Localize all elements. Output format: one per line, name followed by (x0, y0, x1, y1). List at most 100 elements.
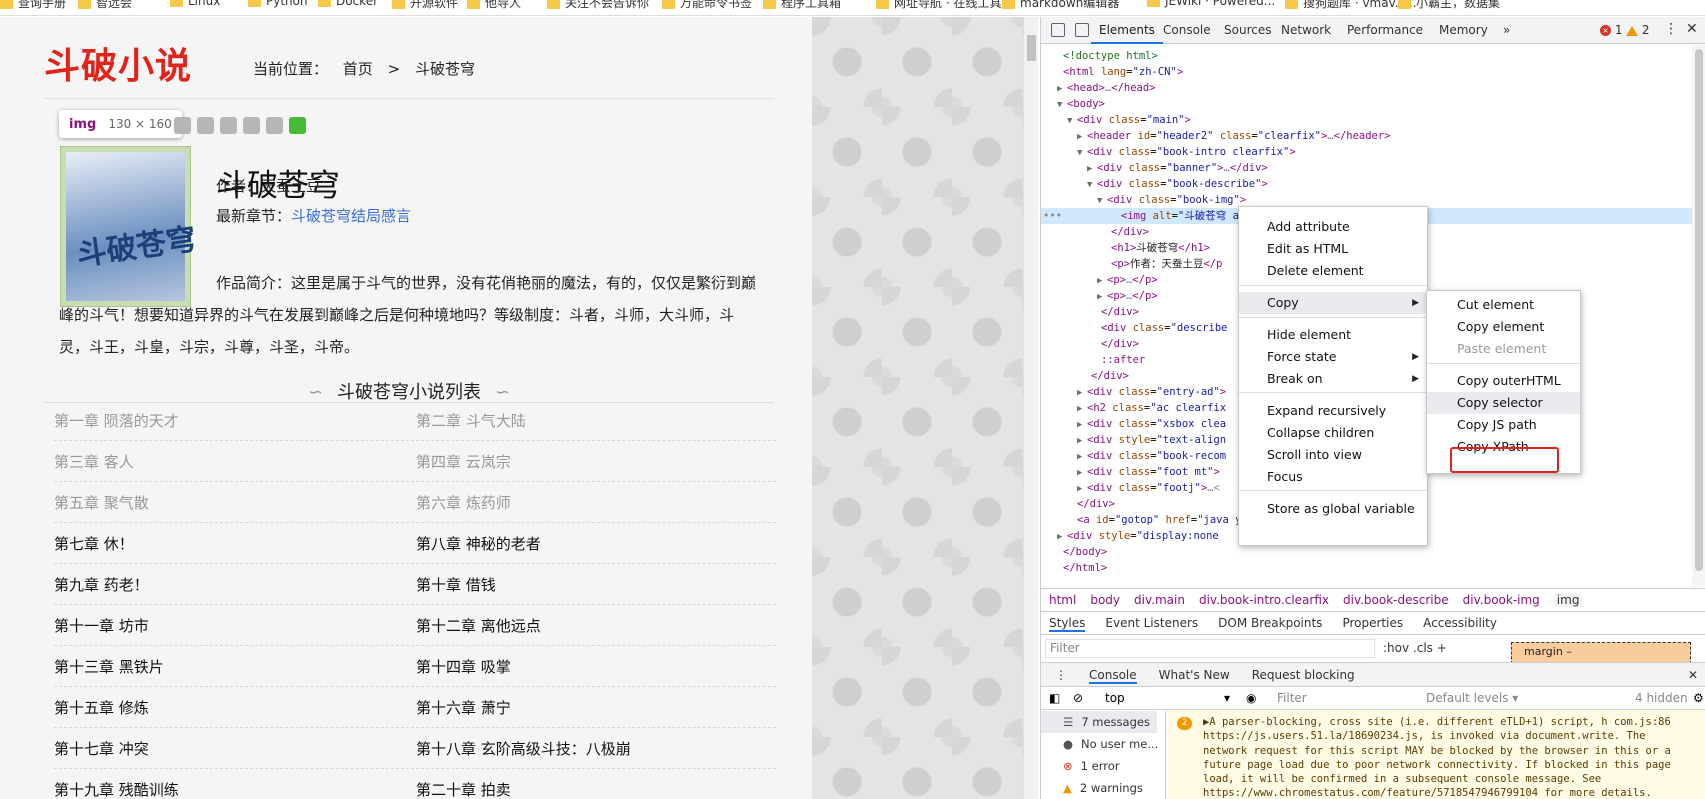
collapse-arrow-icon[interactable]: ▼ (1057, 97, 1067, 113)
drawer-tab[interactable]: Console (1089, 668, 1137, 684)
copy-submenu-item[interactable]: Cut element (1427, 294, 1580, 316)
hov-cls-buttons[interactable]: :hov .cls + (1383, 641, 1447, 655)
dom-tree-scrollbar[interactable] (1692, 45, 1705, 587)
chapter-link[interactable]: 第二章 斗气大陆 (416, 401, 776, 441)
expand-arrow-icon[interactable]: ▶ (1057, 529, 1067, 545)
chapter-link[interactable]: 第十七章 冲突 (54, 729, 414, 769)
eye-icon[interactable]: ◉ (1246, 687, 1256, 709)
devtools-tab[interactable]: » (1495, 17, 1518, 44)
chapter-link[interactable]: 第四章 云岚宗 (416, 442, 776, 482)
dom-node-line[interactable]: ▼ <div class="book-describe"> (1041, 176, 1705, 192)
context-menu-item[interactable]: Force state ▶ (1239, 346, 1427, 368)
devtools-tab[interactable]: Console (1155, 17, 1219, 44)
context-menu-item[interactable]: Focus (1239, 466, 1427, 488)
bookmark-item[interactable]: Python (248, 0, 308, 8)
site-logo[interactable]: 斗破小说 (44, 37, 192, 89)
context-menu-item[interactable]: Collapse children (1239, 422, 1427, 444)
close-drawer-icon[interactable]: ✕ (1688, 663, 1698, 687)
expand-arrow-icon[interactable]: ▶ (1077, 417, 1087, 433)
breadcrumb-home-link[interactable]: 首页 (343, 60, 373, 78)
bookmark-item[interactable]: 搜狗题库 · vmav.c... (1285, 0, 1417, 11)
styles-subtab[interactable]: Accessibility (1423, 616, 1497, 630)
dom-node-line[interactable]: ▼ <body> (1041, 96, 1705, 112)
console-settings-icon[interactable]: ⚙ (1693, 687, 1704, 709)
context-menu-item[interactable]: Edit as HTML (1239, 238, 1427, 260)
dom-node-line[interactable]: ▼ <div class="main"> (1041, 112, 1705, 128)
dom-node-line[interactable]: </body> (1041, 544, 1705, 560)
devtools-tab[interactable]: Sources (1216, 17, 1279, 44)
chapter-link[interactable]: 第二十章 拍卖 (416, 770, 776, 799)
expand-arrow-icon[interactable]: ▶ (1077, 449, 1087, 465)
drawer-tab[interactable]: Request blocking (1252, 668, 1355, 682)
context-menu-item[interactable]: Break on ▶ (1239, 368, 1427, 390)
copy-submenu-item[interactable]: Copy element (1427, 316, 1580, 338)
drawer-tab[interactable]: What's New (1159, 668, 1230, 682)
expand-arrow-icon[interactable]: ▶ (1077, 129, 1087, 145)
dom-node-line[interactable]: ▶ <div class="banner">…</div> (1041, 160, 1705, 176)
bookmark-item[interactable]: 智远会 (78, 0, 132, 11)
device-toolbar-icon[interactable] (1075, 23, 1089, 37)
expand-arrow-icon[interactable]: ▶ (1077, 481, 1087, 497)
context-menu-item[interactable]: Hide element (1239, 324, 1427, 346)
dom-tree-scrollbar-thumb[interactable] (1695, 49, 1703, 571)
share-douban-icon[interactable] (174, 117, 191, 134)
dom-breadcrumb-item[interactable]: body (1090, 593, 1120, 607)
bookmark-item[interactable]: 他导人 (467, 0, 521, 11)
expand-arrow-icon[interactable]: ▶ (1057, 81, 1067, 97)
dom-node-line[interactable]: ▶ <head>…</head> (1041, 80, 1705, 96)
context-menu-item[interactable]: Add attribute (1239, 216, 1427, 238)
clear-console-icon[interactable]: ⊘ (1073, 687, 1083, 709)
console-sidebar-item[interactable]: ☰ 7 messages (1041, 711, 1157, 733)
dom-breadcrumb-item[interactable]: img (1553, 593, 1583, 607)
copy-submenu-item[interactable]: Copy outerHTML (1427, 370, 1580, 392)
latest-chapter-link[interactable]: 斗破苍穹结局感言 (291, 207, 411, 225)
expand-arrow-icon[interactable]: ▶ (1097, 273, 1107, 289)
more-options-icon[interactable]: ⋮ (1664, 21, 1678, 37)
dom-node-line[interactable]: ▶ <header id="header2" class="clearfix">…… (1041, 128, 1705, 144)
bookmark-item[interactable]: 程序工具箱 (763, 0, 841, 11)
styles-subtab[interactable]: Event Listeners (1105, 616, 1198, 630)
expand-arrow-icon[interactable]: ▶ (1097, 289, 1107, 305)
context-menu-item[interactable]: Store as global variable (1239, 498, 1427, 520)
error-counter[interactable]: × 1 (1600, 23, 1622, 37)
chapter-link[interactable]: 第一章 陨落的天才 (54, 401, 414, 441)
chapter-link[interactable]: 第十八章 玄阶高级斗技：八极崩 (416, 729, 776, 769)
bookmark-item[interactable]: Linux (170, 0, 220, 8)
bookmark-item[interactable]: 网址导航 · 在线工具 (876, 0, 1001, 11)
page-scrollbar[interactable] (1023, 17, 1038, 799)
chapter-link[interactable]: 第十九章 残酷训练 (54, 770, 414, 799)
dom-node-line[interactable]: </html> (1041, 560, 1705, 576)
console-sidebar-item[interactable]: ▲ 2 warnings (1049, 777, 1143, 799)
dom-breadcrumb-item[interactable]: div.book-img (1463, 593, 1540, 607)
devtools-tab[interactable]: Performance (1339, 17, 1431, 44)
warning-counter[interactable]: 2 (1626, 23, 1649, 37)
share-wechat-icon[interactable] (289, 117, 306, 134)
chapter-link[interactable]: 第十二章 离他远点 (416, 606, 776, 646)
close-devtools-icon[interactable]: ✕ (1686, 21, 1698, 37)
share-clover-icon[interactable] (243, 117, 260, 134)
dom-breadcrumb-item[interactable]: html (1049, 593, 1076, 607)
console-sidebar-item[interactable]: ⊗ 1 error (1049, 755, 1119, 777)
copy-submenu-item[interactable]: Copy selector (1427, 392, 1580, 414)
bookmark-item[interactable]: 关注不会告诉你 (547, 0, 649, 11)
sidebar-toggle-icon[interactable]: ◧ (1049, 687, 1060, 709)
collapse-arrow-icon[interactable]: ▼ (1077, 145, 1087, 161)
chapter-link[interactable]: 第十六章 萧宁 (416, 688, 776, 728)
styles-filter-input[interactable]: Filter (1045, 639, 1375, 658)
share-qq-icon[interactable] (266, 117, 283, 134)
styles-subtab[interactable]: Properties (1342, 616, 1403, 630)
dom-node-line[interactable]: <!doctype html> (1041, 48, 1705, 64)
chapter-link[interactable]: 第八章 神秘的老者 (416, 524, 776, 564)
devtools-tab[interactable]: Network (1273, 17, 1339, 44)
console-filter-input[interactable]: Filter (1277, 687, 1307, 709)
chapter-link[interactable]: 第六章 炼药师 (416, 483, 776, 523)
chapter-link[interactable]: 第七章 休！ (54, 524, 414, 564)
inspect-element-icon[interactable] (1051, 23, 1065, 37)
dom-breadcrumb-item[interactable]: div.book-intro.clearfix (1199, 593, 1329, 607)
dom-breadcrumb-item[interactable]: div.main (1134, 593, 1185, 607)
chapter-link[interactable]: 第九章 药老！ (54, 565, 414, 605)
chapter-link[interactable]: 第十一章 坊市 (54, 606, 414, 646)
context-menu-item[interactable]: Scroll into view (1239, 444, 1427, 466)
bookmark-item[interactable]: 查询手册 (0, 0, 66, 11)
context-menu-item[interactable]: Delete element (1239, 260, 1427, 282)
